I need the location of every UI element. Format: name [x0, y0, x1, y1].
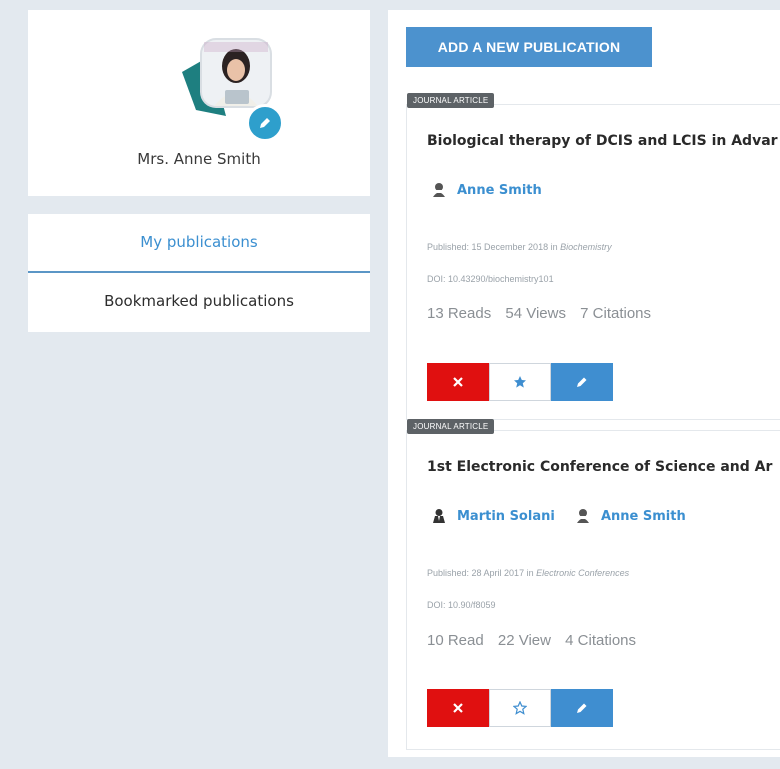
citations-count: 4 Citations [565, 632, 637, 649]
reads-count: 10 Read [427, 632, 484, 649]
doi[interactable]: DOI: 10.43290/biochemistry101 [427, 274, 554, 284]
citations-count: 7 Citations [580, 305, 652, 322]
publications-nav: My publications Bookmarked publications [28, 214, 370, 332]
publication-card: JOURNAL ARTICLE Biological therapy of DC… [406, 93, 780, 420]
nav-my-publications[interactable]: My publications [28, 214, 370, 273]
published-prefix: Published: 28 April 2017 in [427, 568, 537, 578]
published-info: Published: 28 April 2017 in Electronic C… [427, 568, 629, 578]
author-name: Anne Smith [600, 508, 686, 524]
author-link[interactable]: Martin Solani [431, 508, 555, 524]
bookmark-button[interactable] [489, 363, 551, 401]
published-prefix: Published: 15 December 2018 in [427, 242, 561, 252]
views-count: 22 View [497, 632, 551, 649]
nav-bookmarked-publications[interactable]: Bookmarked publications [28, 273, 370, 330]
author-male-icon [433, 509, 445, 523]
star-outline-icon [513, 701, 527, 715]
author-link[interactable]: Anne Smith [575, 508, 686, 524]
delete-button[interactable] [427, 689, 489, 727]
publication-title[interactable]: Biological therapy of DCIS and LCIS in A… [427, 133, 778, 149]
author-name: Martin Solani [457, 508, 555, 524]
doi[interactable]: DOI: 10.90/f8059 [427, 600, 496, 610]
publication-stats: 13 Reads 54 Views 7 Citations [427, 305, 661, 322]
publication-card: JOURNAL ARTICLE 1st Electronic Conferenc… [406, 419, 780, 750]
edit-button[interactable] [551, 689, 613, 727]
reads-count: 13 Reads [427, 305, 492, 322]
avatar[interactable] [178, 34, 288, 142]
delete-button[interactable] [427, 363, 489, 401]
publication-actions [427, 689, 613, 727]
publication-type-badge: JOURNAL ARTICLE [407, 93, 495, 108]
author-female-icon [576, 509, 589, 523]
author-female-icon [433, 183, 445, 197]
publications-panel: ADD A NEW PUBLICATION JOURNAL ARTICLE Bi… [388, 10, 780, 757]
profile-name: Mrs. Anne Smith [137, 150, 261, 168]
publication-actions [427, 363, 613, 401]
published-venue[interactable]: Electronic Conferences [536, 568, 629, 578]
publication-type-badge: JOURNAL ARTICLE [407, 419, 495, 434]
pencil-icon[interactable] [246, 104, 284, 142]
close-icon [453, 377, 463, 387]
pencil-icon [577, 377, 587, 387]
profile-card: Mrs. Anne Smith [28, 10, 370, 196]
star-filled-icon [514, 376, 526, 388]
add-publication-button[interactable]: ADD A NEW PUBLICATION [406, 27, 652, 67]
published-info: Published: 15 December 2018 in Biochemis… [427, 242, 612, 252]
publication-title[interactable]: 1st Electronic Conference of Science and… [427, 459, 772, 475]
author-list: Martin Solani Anne Smith [431, 508, 702, 528]
author-list: Anne Smith [431, 182, 558, 202]
pencil-icon [577, 703, 587, 713]
views-count: 54 Views [505, 305, 566, 322]
author-link[interactable]: Anne Smith [431, 182, 542, 198]
edit-button[interactable] [551, 363, 613, 401]
close-icon [453, 703, 463, 713]
publication-stats: 10 Read 22 View 4 Citations [427, 632, 646, 649]
bookmark-button[interactable] [489, 689, 551, 727]
published-venue[interactable]: Biochemistry [560, 242, 612, 252]
author-name: Anne Smith [457, 182, 542, 198]
